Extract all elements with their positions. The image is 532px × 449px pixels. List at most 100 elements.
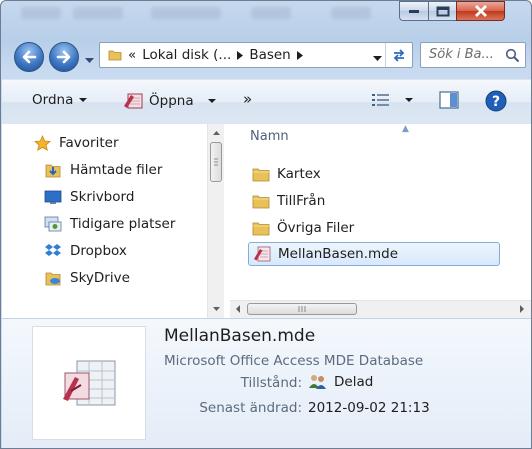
chevron-down-icon (373, 56, 382, 61)
blurred-menu-item (73, 7, 123, 19)
star-icon (34, 134, 51, 151)
command-bar: Ordna Öppna » ? (2, 79, 531, 125)
refresh-button[interactable] (385, 43, 412, 67)
details-pane: MellanBasen.mde Microsoft Office Access … (2, 318, 531, 448)
file-item-label: TillFrån (277, 193, 326, 209)
scrollbar-thumb[interactable] (210, 142, 222, 182)
scroll-right-icon[interactable] (515, 301, 529, 317)
address-bar[interactable]: « Lokal disk (... Basen (99, 42, 413, 68)
breadcrumb-item-basen[interactable]: Basen (249, 47, 290, 63)
close-button[interactable] (456, 1, 505, 21)
chevron-down-icon (85, 58, 94, 63)
desktop-icon (44, 190, 62, 204)
details-filetype: Microsoft Office Access MDE Database (164, 353, 424, 369)
access-file-icon (254, 246, 271, 262)
scroll-left-icon[interactable] (231, 301, 245, 317)
breadcrumb-overflow[interactable]: « (128, 47, 136, 63)
chevron-right-icon[interactable] (296, 50, 303, 60)
preview-pane-icon (439, 91, 459, 109)
chevron-down-icon (405, 98, 413, 102)
nav-item-desktop[interactable]: Skrivbord (44, 186, 134, 208)
open-label: Öppna (149, 93, 194, 109)
folder-icon (252, 168, 270, 182)
refresh-icon (393, 49, 405, 62)
maximize-button[interactable] (428, 1, 456, 21)
help-icon: ? (485, 90, 507, 112)
nav-item-dropbox[interactable]: Dropbox (44, 240, 127, 262)
downloads-icon (45, 164, 61, 178)
maximize-icon (436, 6, 449, 16)
skydrive-icon (45, 272, 61, 286)
details-filename: MellanBasen.mde (164, 326, 316, 346)
open-button[interactable]: Öppna (123, 92, 216, 110)
close-icon (474, 5, 487, 17)
search-box[interactable]: Sök i Ba... (420, 42, 526, 68)
navigation-pane-scrollbar[interactable] (207, 124, 225, 318)
file-item-label: Övriga Filer (277, 220, 355, 236)
help-button[interactable]: ? (485, 90, 507, 112)
nav-item-downloads[interactable]: Hämtade filer (44, 159, 162, 181)
chevron-right-icon[interactable] (237, 50, 244, 60)
blurred-menu-item (251, 7, 291, 19)
nav-item-label: Skrivbord (70, 189, 135, 205)
title-bar (1, 1, 531, 31)
access-app-icon (124, 93, 143, 109)
organize-button[interactable]: Ordna (32, 92, 88, 108)
chevron-down-icon (79, 98, 88, 102)
navigation-pane: Favoriter Hämtade filer Skrivbord Tidiga… (2, 124, 207, 318)
svg-text:?: ? (492, 94, 500, 110)
file-list-horizontal-scrollbar[interactable] (230, 300, 531, 318)
nav-item-label: Tidigare platser (70, 216, 176, 232)
arrow-left-icon (22, 50, 37, 64)
nav-item-skydrive[interactable]: SkyDrive (44, 267, 130, 289)
folder-icon (252, 222, 270, 236)
access-file-icon (63, 360, 116, 406)
recent-pages-dropdown[interactable] (85, 53, 94, 68)
dropbox-icon (45, 244, 61, 256)
chevron-down-icon (207, 99, 216, 103)
sort-ascending-icon: ▲ (402, 124, 409, 134)
nav-favorites-label: Favoriter (59, 135, 119, 151)
details-modified-value: 2012-09-02 21:13 (308, 400, 430, 416)
view-options-button[interactable] (371, 92, 413, 108)
details-state-text: Delad (334, 374, 374, 390)
shared-users-icon (309, 375, 326, 389)
scroll-down-icon[interactable] (208, 302, 225, 316)
file-item-ovriga-filer[interactable]: Övriga Filer (248, 216, 360, 240)
explorer-window: « Lokal disk (... Basen Sök i Ba... Ordn… (0, 0, 532, 449)
nav-item-label: Hämtade filer (70, 162, 163, 178)
nav-item-label: Dropbox (70, 243, 127, 259)
navigation-row: « Lokal disk (... Basen Sök i Ba... (1, 31, 531, 79)
view-list-icon (372, 94, 389, 106)
back-button[interactable] (14, 42, 44, 72)
file-item-kartex[interactable]: Kartex (248, 162, 327, 186)
minimize-button[interactable] (399, 1, 428, 21)
recent-places-icon (44, 216, 62, 232)
file-item-tillfran[interactable]: TillFrån (248, 189, 331, 213)
organize-label: Ordna (32, 92, 74, 108)
breadcrumb-item-disk[interactable]: Lokal disk (... (142, 47, 231, 63)
search-icon[interactable] (505, 48, 520, 67)
arrow-right-icon (56, 50, 71, 64)
file-item-label: Kartex (277, 166, 321, 182)
content-area: Favoriter Hämtade filer Skrivbord Tidiga… (2, 124, 531, 318)
folder-icon (252, 195, 270, 209)
forward-button[interactable] (49, 42, 79, 72)
address-history-dropdown[interactable] (373, 51, 382, 66)
minimize-icon (409, 10, 419, 13)
breadcrumb: « Lokal disk (... Basen (108, 47, 303, 63)
more-label: » (243, 90, 253, 108)
nav-item-label: SkyDrive (70, 270, 130, 286)
details-state-value: Delad (308, 373, 373, 391)
file-item-mellanbasen[interactable]: MellanBasen.mde (248, 242, 500, 266)
nav-favorites[interactable]: Favoriter (34, 132, 119, 154)
details-state-label: Tillstånd: (240, 375, 302, 391)
scrollbar-thumb[interactable] (247, 303, 357, 315)
nav-item-recent-places[interactable]: Tidigare platser (44, 213, 175, 235)
preview-pane-button[interactable] (439, 91, 459, 109)
more-commands-button[interactable]: » (243, 90, 252, 108)
search-input[interactable]: Sök i Ba... (429, 47, 494, 62)
file-thumbnail (32, 326, 146, 440)
column-header-name[interactable]: Namn (250, 129, 289, 144)
scroll-up-icon[interactable] (208, 126, 225, 140)
